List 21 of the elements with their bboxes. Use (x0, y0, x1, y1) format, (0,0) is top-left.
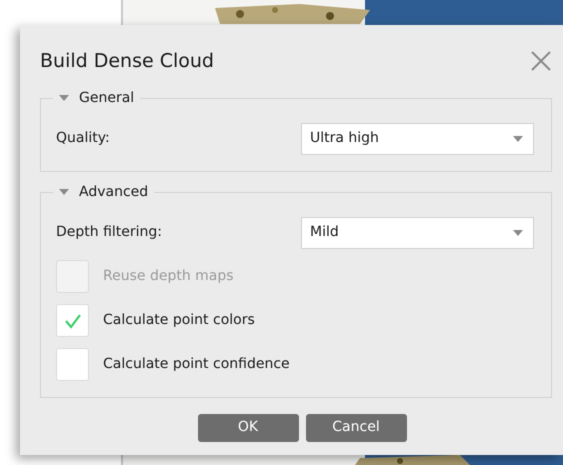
field-label: Quality: (56, 129, 111, 148)
dropdown[interactable]: Mild (301, 216, 534, 248)
group-title: General (79, 88, 134, 108)
checkbox-label: Calculate point colors (103, 311, 255, 330)
checkbox-label: Reuse depth maps (103, 267, 234, 286)
dialog-button[interactable]: OK (198, 414, 298, 442)
close-button[interactable] (530, 50, 552, 72)
dialog-title: Build Dense Cloud (40, 49, 214, 74)
dropdown-arrow-icon (513, 136, 523, 142)
collapse-toggle[interactable] (59, 187, 69, 197)
checkbox-label: Calculate point confidence (103, 355, 290, 374)
close-icon (530, 50, 552, 72)
dropdown[interactable]: Ultra high (301, 122, 534, 154)
field-label: Depth filtering: (56, 223, 164, 242)
check-icon (64, 312, 82, 328)
collapse-toggle[interactable] (59, 93, 69, 103)
checkbox[interactable] (56, 304, 89, 337)
dialog-button[interactable]: Cancel (306, 414, 406, 442)
checkbox[interactable] (56, 348, 89, 381)
dropdown-arrow-icon (513, 230, 523, 236)
group-title: Advanced (79, 182, 148, 202)
